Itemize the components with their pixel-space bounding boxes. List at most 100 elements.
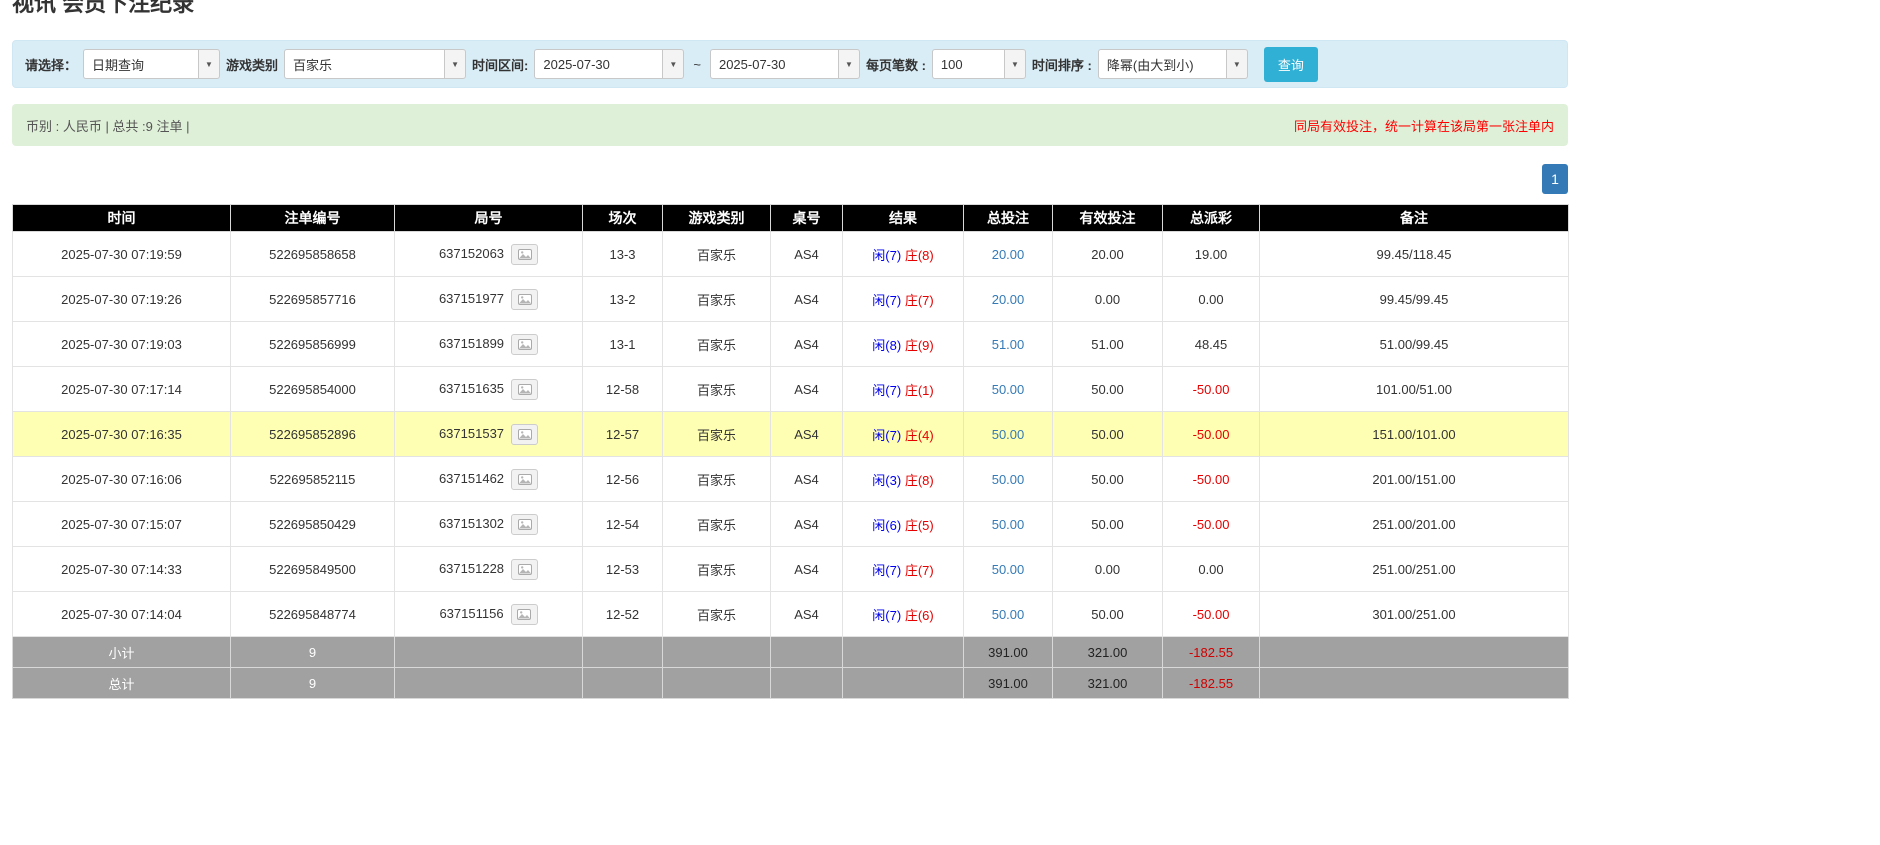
cell-time: 2025-07-30 07:16:35 xyxy=(12,411,231,457)
total-bet-link[interactable]: 50.00 xyxy=(992,562,1025,577)
game-category-input[interactable] xyxy=(284,49,445,79)
cell-bet-id: 522695854000 xyxy=(230,366,395,412)
cell-round: 637151302 xyxy=(394,501,583,547)
game-category-combo: ▼ xyxy=(284,49,467,79)
date-from-dropdown-arrow-icon[interactable]: ▼ xyxy=(662,49,685,79)
cell-game: 百家乐 xyxy=(662,366,771,412)
result-banker: 庄(7) xyxy=(904,292,934,308)
total-bet-link[interactable]: 50.00 xyxy=(992,427,1025,442)
cell-time: 2025-07-30 07:16:06 xyxy=(12,456,231,502)
total-bet-link[interactable]: 50.00 xyxy=(992,382,1025,397)
total-bet-link[interactable]: 51.00 xyxy=(992,337,1025,352)
summary-payout: -182.55 xyxy=(1162,667,1260,699)
cell-result: 闲(8) 庄(9) xyxy=(842,321,964,367)
table-row: 2025-07-30 07:14:04 522695848774 637151156… xyxy=(12,591,1569,637)
query-type-combo: ▼ xyxy=(83,49,221,79)
round-replay-icon[interactable] xyxy=(510,603,538,625)
round-replay-icon[interactable] xyxy=(511,378,539,400)
cell-round: 637151635 xyxy=(394,366,583,412)
total-bet-link[interactable]: 50.00 xyxy=(992,472,1025,487)
date-from-combo: ▼ xyxy=(534,49,685,79)
result-banker: 庄(9) xyxy=(904,337,934,353)
cell-total-bet: 50.00 xyxy=(963,456,1053,502)
round-replay-icon[interactable] xyxy=(511,333,539,355)
cell-result: 闲(7) 庄(1) xyxy=(842,366,964,412)
game-category-dropdown-arrow-icon[interactable]: ▼ xyxy=(444,49,467,79)
result-player: 闲(7) xyxy=(872,292,902,308)
cell-payout: -50.00 xyxy=(1162,501,1260,547)
query-type-dropdown-arrow-icon[interactable]: ▼ xyxy=(198,49,221,79)
cell-round: 637151228 xyxy=(394,546,583,592)
cell-time: 2025-07-30 07:19:59 xyxy=(12,231,231,277)
cell-round: 637152063 xyxy=(394,231,583,277)
cell-payout: -50.00 xyxy=(1162,411,1260,457)
cell-result: 闲(7) 庄(7) xyxy=(842,276,964,322)
round-replay-icon[interactable] xyxy=(511,423,539,445)
time-range-label: 时间区间: xyxy=(472,57,529,73)
summary-total-bet: 391.00 xyxy=(963,636,1053,668)
cell-table-no: AS4 xyxy=(770,231,843,277)
round-replay-icon[interactable] xyxy=(511,468,539,490)
cell-round: 637151462 xyxy=(394,456,583,502)
summary-label: 总计 xyxy=(12,667,231,699)
time-sort-input[interactable] xyxy=(1097,49,1226,79)
time-sort-dropdown-arrow-icon[interactable]: ▼ xyxy=(1225,49,1248,79)
cell-time: 2025-07-30 07:15:07 xyxy=(12,501,231,547)
cell-result: 闲(6) 庄(5) xyxy=(842,501,964,547)
result-banker: 庄(5) xyxy=(904,517,934,533)
round-replay-icon[interactable] xyxy=(511,288,539,310)
summary-valid-bet: 321.00 xyxy=(1052,636,1163,668)
cell-game: 百家乐 xyxy=(662,546,771,592)
result-player: 闲(7) xyxy=(872,427,902,443)
page-content: 视讯 会员下注纪录 请选择： ▼ 游戏类别 ▼ 时间区间: ▼ ~ ▼ 每页笔数… xyxy=(12,0,1569,699)
pagination-page-1[interactable]: 1 xyxy=(1542,164,1568,194)
cell-bet-id: 522695857716 xyxy=(230,276,395,322)
cell-table-no: AS4 xyxy=(770,456,843,502)
cell-session: 12-54 xyxy=(582,501,663,547)
round-replay-icon[interactable] xyxy=(511,243,539,265)
cell-result: 闲(7) 庄(4) xyxy=(842,411,964,457)
total-bet-link[interactable]: 50.00 xyxy=(992,607,1025,622)
total-bet-link[interactable]: 50.00 xyxy=(992,517,1025,532)
cell-bet-id: 522695848774 xyxy=(230,591,395,637)
cell-game: 百家乐 xyxy=(662,456,771,502)
cell-time: 2025-07-30 07:17:14 xyxy=(12,366,231,412)
cell-valid-bet: 50.00 xyxy=(1052,456,1163,502)
summary-bar: 币别 : 人民币 | 总共 :9 注单 | 同局有效投注，统一计算在该局第一张注… xyxy=(12,104,1568,146)
cell-session: 13-3 xyxy=(582,231,663,277)
per-page-input[interactable] xyxy=(931,49,1004,79)
cell-bet-id: 522695849500 xyxy=(230,546,395,592)
summary-payout: -182.55 xyxy=(1162,636,1260,668)
cell-payout: -50.00 xyxy=(1162,591,1260,637)
result-banker: 庄(6) xyxy=(904,607,934,623)
table-row: 2025-07-30 07:19:26 522695857716 637151977… xyxy=(12,276,1569,322)
summary-total-bet: 391.00 xyxy=(963,667,1053,699)
cell-game: 百家乐 xyxy=(662,591,771,637)
table-row: 2025-07-30 07:19:03 522695856999 637151899… xyxy=(12,321,1569,367)
cell-game: 百家乐 xyxy=(662,501,771,547)
date-from-input[interactable] xyxy=(534,49,663,79)
per-page-dropdown-arrow-icon[interactable]: ▼ xyxy=(1003,49,1026,79)
date-range-separator: ~ xyxy=(693,56,701,72)
total-bet-link[interactable]: 20.00 xyxy=(992,292,1025,307)
cell-time: 2025-07-30 07:14:04 xyxy=(12,591,231,637)
column-header-8: 有效投注 xyxy=(1052,204,1163,232)
cell-valid-bet: 50.00 xyxy=(1052,591,1163,637)
query-button[interactable]: 查询 xyxy=(1263,46,1318,82)
filter-bar: 请选择： ▼ 游戏类别 ▼ 时间区间: ▼ ~ ▼ 每页笔数 : ▼ 时间排序 … xyxy=(12,40,1568,88)
date-to-dropdown-arrow-icon[interactable]: ▼ xyxy=(837,49,860,79)
column-header-3: 场次 xyxy=(582,204,663,232)
result-player: 闲(7) xyxy=(872,247,902,263)
cell-remark: 301.00/251.00 xyxy=(1259,591,1569,637)
round-replay-icon[interactable] xyxy=(511,513,539,535)
cell-payout: 19.00 xyxy=(1162,231,1260,277)
subtotal-row: 小计 9 391.00 321.00 -182.55 xyxy=(12,636,1569,668)
date-to-input[interactable] xyxy=(709,49,838,79)
result-player: 闲(7) xyxy=(872,382,902,398)
cell-payout: 48.45 xyxy=(1162,321,1260,367)
round-replay-icon[interactable] xyxy=(511,558,539,580)
total-bet-link[interactable]: 20.00 xyxy=(992,247,1025,262)
query-type-input[interactable] xyxy=(83,49,199,79)
cell-total-bet: 20.00 xyxy=(963,231,1053,277)
cell-valid-bet: 50.00 xyxy=(1052,501,1163,547)
